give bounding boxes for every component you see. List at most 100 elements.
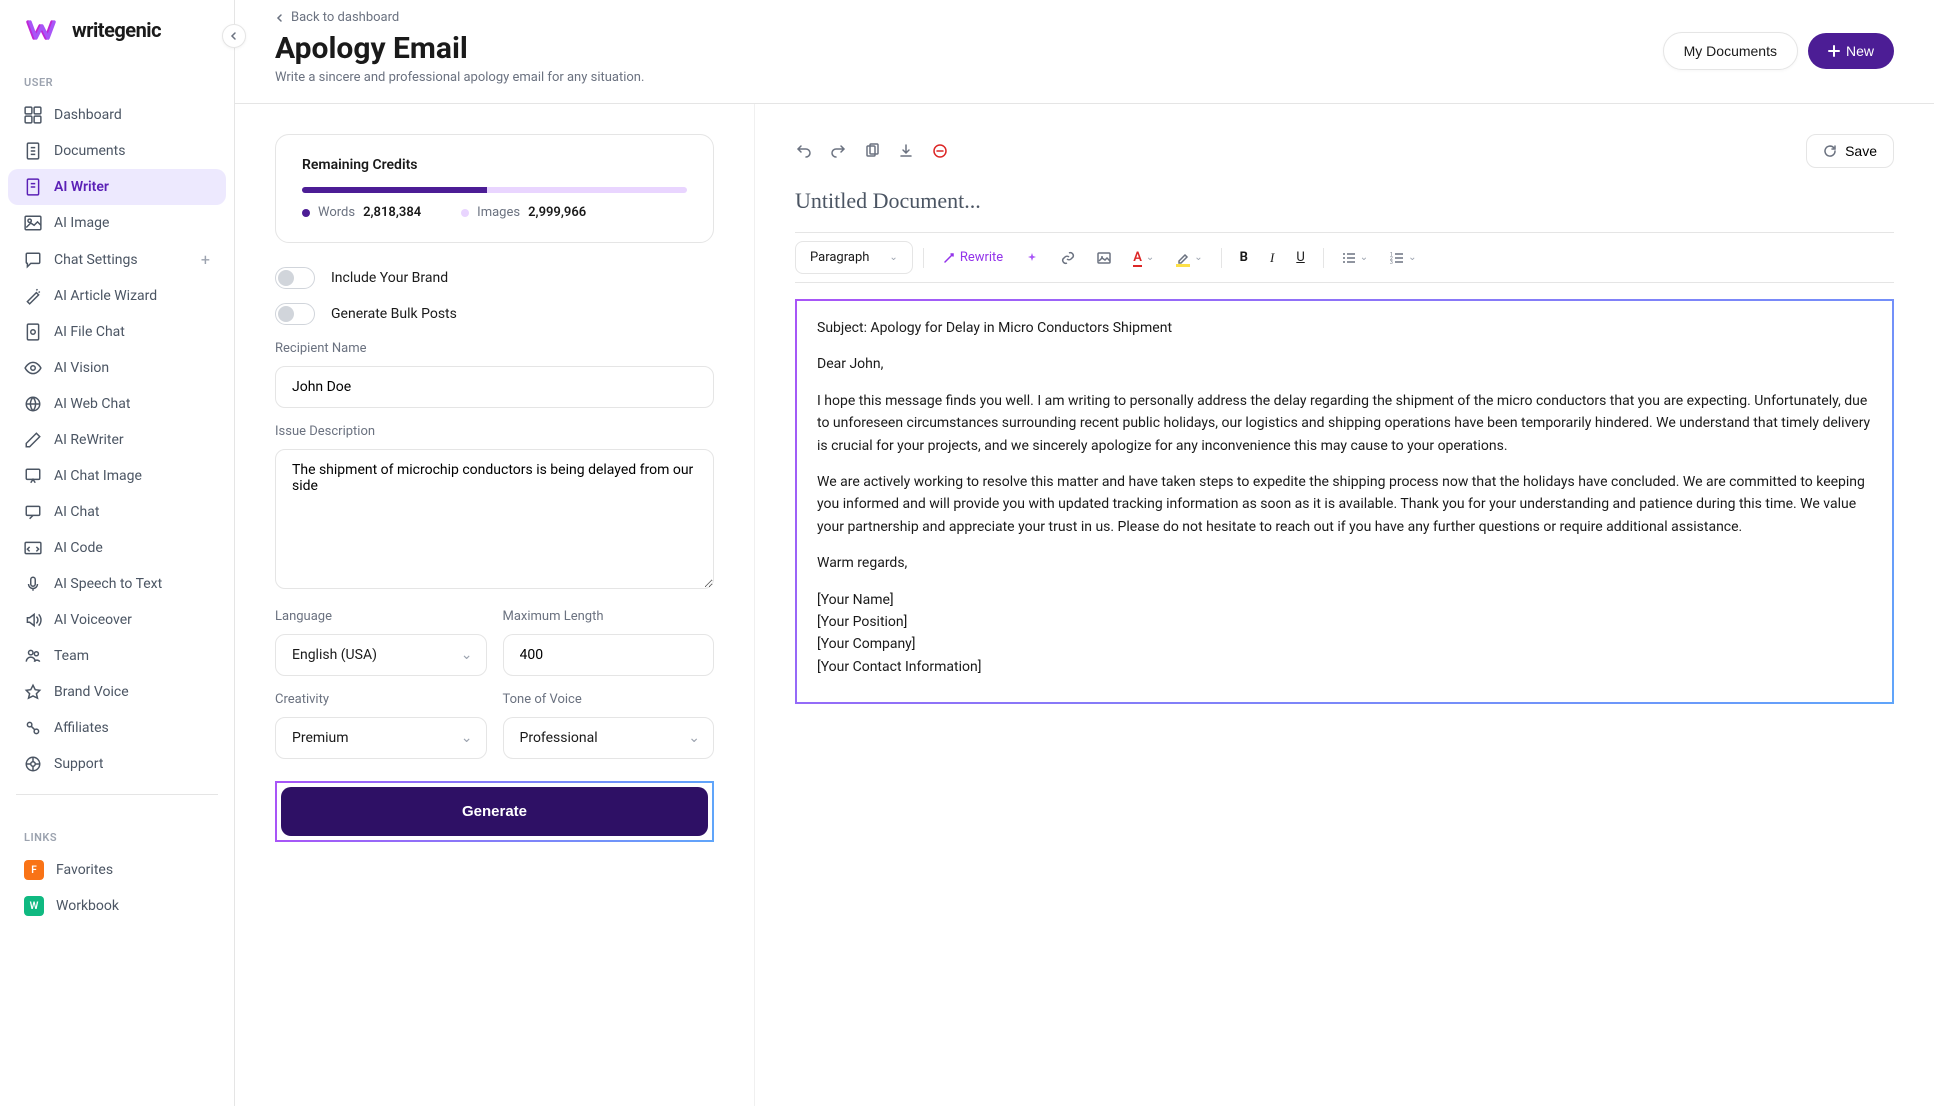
nav-label: AI File Chat — [54, 324, 125, 340]
plus-icon — [1828, 45, 1840, 57]
code-icon — [24, 539, 42, 557]
sidebar-item-ai-web-chat[interactable]: AI Web Chat — [8, 386, 226, 422]
header: Back to dashboard Apology Email Write a … — [235, 0, 1934, 104]
new-button[interactable]: New — [1808, 33, 1894, 69]
sidebar-item-ai-vision[interactable]: AI Vision — [8, 350, 226, 386]
nav-label: AI Article Wizard — [54, 288, 157, 304]
grid-icon — [24, 106, 42, 124]
include-brand-toggle[interactable] — [275, 267, 315, 289]
email-body-2: We are actively working to resolve this … — [817, 471, 1872, 538]
sidebar-item-ai-chat[interactable]: AI Chat — [8, 494, 226, 530]
numbered-list-button[interactable]: 123⌄ — [1382, 245, 1424, 271]
back-to-dashboard-link[interactable]: Back to dashboard — [275, 10, 644, 25]
signature-name: [Your Name] — [817, 589, 1872, 611]
form-panel: Remaining Credits Words 2,818,384 Images… — [235, 104, 755, 1106]
link-icon — [1061, 251, 1075, 265]
sidebar-item-ai-speech-to-text[interactable]: AI Speech to Text — [8, 566, 226, 602]
undo-icon[interactable] — [795, 142, 813, 160]
sidebar: writegenic USER Dashboard Documents AI Wri… — [0, 0, 235, 1106]
plus-icon: + — [201, 250, 210, 269]
credit-images: Images 2,999,966 — [461, 205, 586, 220]
generate-button[interactable]: Generate — [281, 787, 708, 836]
link-badge: F — [24, 860, 44, 880]
download-icon[interactable] — [897, 142, 915, 160]
sidebar-item-ai-image[interactable]: AI Image — [8, 205, 226, 241]
language-label: Language — [275, 609, 487, 624]
italic-button[interactable]: I — [1262, 244, 1282, 272]
tone-select[interactable]: Professional — [503, 717, 715, 759]
ai-sparkle-button[interactable] — [1017, 245, 1047, 271]
issue-textarea[interactable]: The shipment of microchip conductors is … — [275, 449, 714, 589]
bulk-posts-label: Generate Bulk Posts — [331, 306, 457, 322]
sidebar-item-ai-writer[interactable]: AI Writer — [8, 169, 226, 205]
nav-label: AI Writer — [54, 179, 109, 195]
chevron-left-icon — [229, 31, 239, 41]
my-documents-button[interactable]: My Documents — [1663, 32, 1798, 70]
recipient-label: Recipient Name — [275, 341, 714, 356]
signature-position: [Your Position] — [817, 611, 1872, 633]
sidebar-item-ai-code[interactable]: AI Code — [8, 530, 226, 566]
document-title[interactable]: Untitled Document... — [795, 188, 1894, 214]
link-item-workbook[interactable]: WWorkbook — [0, 888, 234, 924]
email-body-1: I hope this message finds you well. I am… — [817, 390, 1872, 457]
sidebar-section-user: USER — [0, 60, 234, 97]
sidebar-item-team[interactable]: Team — [8, 638, 226, 674]
bulk-posts-toggle[interactable] — [275, 303, 315, 325]
bullet-list-button[interactable]: ⌄ — [1334, 245, 1376, 271]
highlight-icon — [1176, 251, 1190, 265]
text-color-button[interactable]: A⌄ — [1125, 244, 1162, 271]
sidebar-item-ai-file-chat[interactable]: AI File Chat — [8, 314, 226, 350]
sidebar-item-dashboard[interactable]: Dashboard — [8, 97, 226, 133]
sidebar-item-ai-article-wizard[interactable]: AI Article Wizard — [8, 278, 226, 314]
email-greeting: Dear John, — [817, 353, 1872, 375]
chevron-down-icon: ⌄ — [889, 252, 897, 263]
rewrite-button[interactable]: Rewrite — [934, 244, 1011, 271]
collapse-sidebar-button[interactable] — [222, 24, 246, 48]
creativity-select[interactable]: Premium — [275, 717, 487, 759]
nav-label: AI Chat Image — [54, 468, 142, 484]
nav-label: Chat Settings — [54, 252, 138, 268]
save-button[interactable]: Save — [1806, 134, 1894, 168]
support-icon — [24, 755, 42, 773]
logo[interactable]: writegenic — [20, 18, 161, 42]
credits-bar — [302, 187, 687, 193]
nav-label: AI Image — [54, 215, 109, 231]
signature-company: [Your Company] — [817, 633, 1872, 655]
sidebar-item-ai-rewriter[interactable]: AI ReWriter — [8, 422, 226, 458]
sidebar-item-affiliates[interactable]: Affiliates — [8, 710, 226, 746]
recipient-input[interactable] — [275, 366, 714, 408]
chat2-icon — [24, 503, 42, 521]
max-length-input[interactable] — [503, 634, 715, 676]
editor-body[interactable]: Subject: Apology for Delay in Micro Cond… — [795, 299, 1894, 704]
email-subject: Subject: Apology for Delay in Micro Cond… — [817, 317, 1872, 339]
dot-icon — [302, 209, 310, 217]
paragraph-select[interactable]: Paragraph ⌄ — [795, 241, 913, 274]
language-select[interactable]: English (USA) — [275, 634, 487, 676]
nav-label: AI Code — [54, 540, 103, 556]
sidebar-item-support[interactable]: Support — [8, 746, 226, 782]
highlight-button[interactable]: ⌄ — [1168, 245, 1210, 271]
sidebar-item-chat-settings[interactable]: Chat Settings + — [8, 241, 226, 278]
nav-label: Dashboard — [54, 107, 122, 123]
pen-icon — [24, 431, 42, 449]
sidebar-item-ai-chat-image[interactable]: AI Chat Image — [8, 458, 226, 494]
include-brand-label: Include Your Brand — [331, 270, 448, 286]
credits-bar-fill — [302, 187, 487, 193]
team-icon — [24, 647, 42, 665]
underline-button[interactable]: U — [1288, 244, 1312, 271]
wand-icon — [24, 287, 42, 305]
bold-button[interactable]: B — [1232, 244, 1256, 271]
link-button[interactable] — [1053, 245, 1083, 271]
redo-icon[interactable] — [829, 142, 847, 160]
delete-icon[interactable] — [931, 142, 949, 160]
image-button[interactable] — [1089, 245, 1119, 271]
link-item-favorites[interactable]: FFavorites — [0, 852, 234, 888]
sidebar-item-ai-voiceover[interactable]: AI Voiceover — [8, 602, 226, 638]
sidebar-item-documents[interactable]: Documents — [8, 133, 226, 169]
logo-mark-icon — [20, 18, 64, 42]
link-badge: W — [24, 896, 44, 916]
copy-icon[interactable] — [863, 142, 881, 160]
sidebar-item-brand-voice[interactable]: Brand Voice — [8, 674, 226, 710]
chatimg-icon — [24, 467, 42, 485]
nav-label: AI Voiceover — [54, 612, 132, 628]
